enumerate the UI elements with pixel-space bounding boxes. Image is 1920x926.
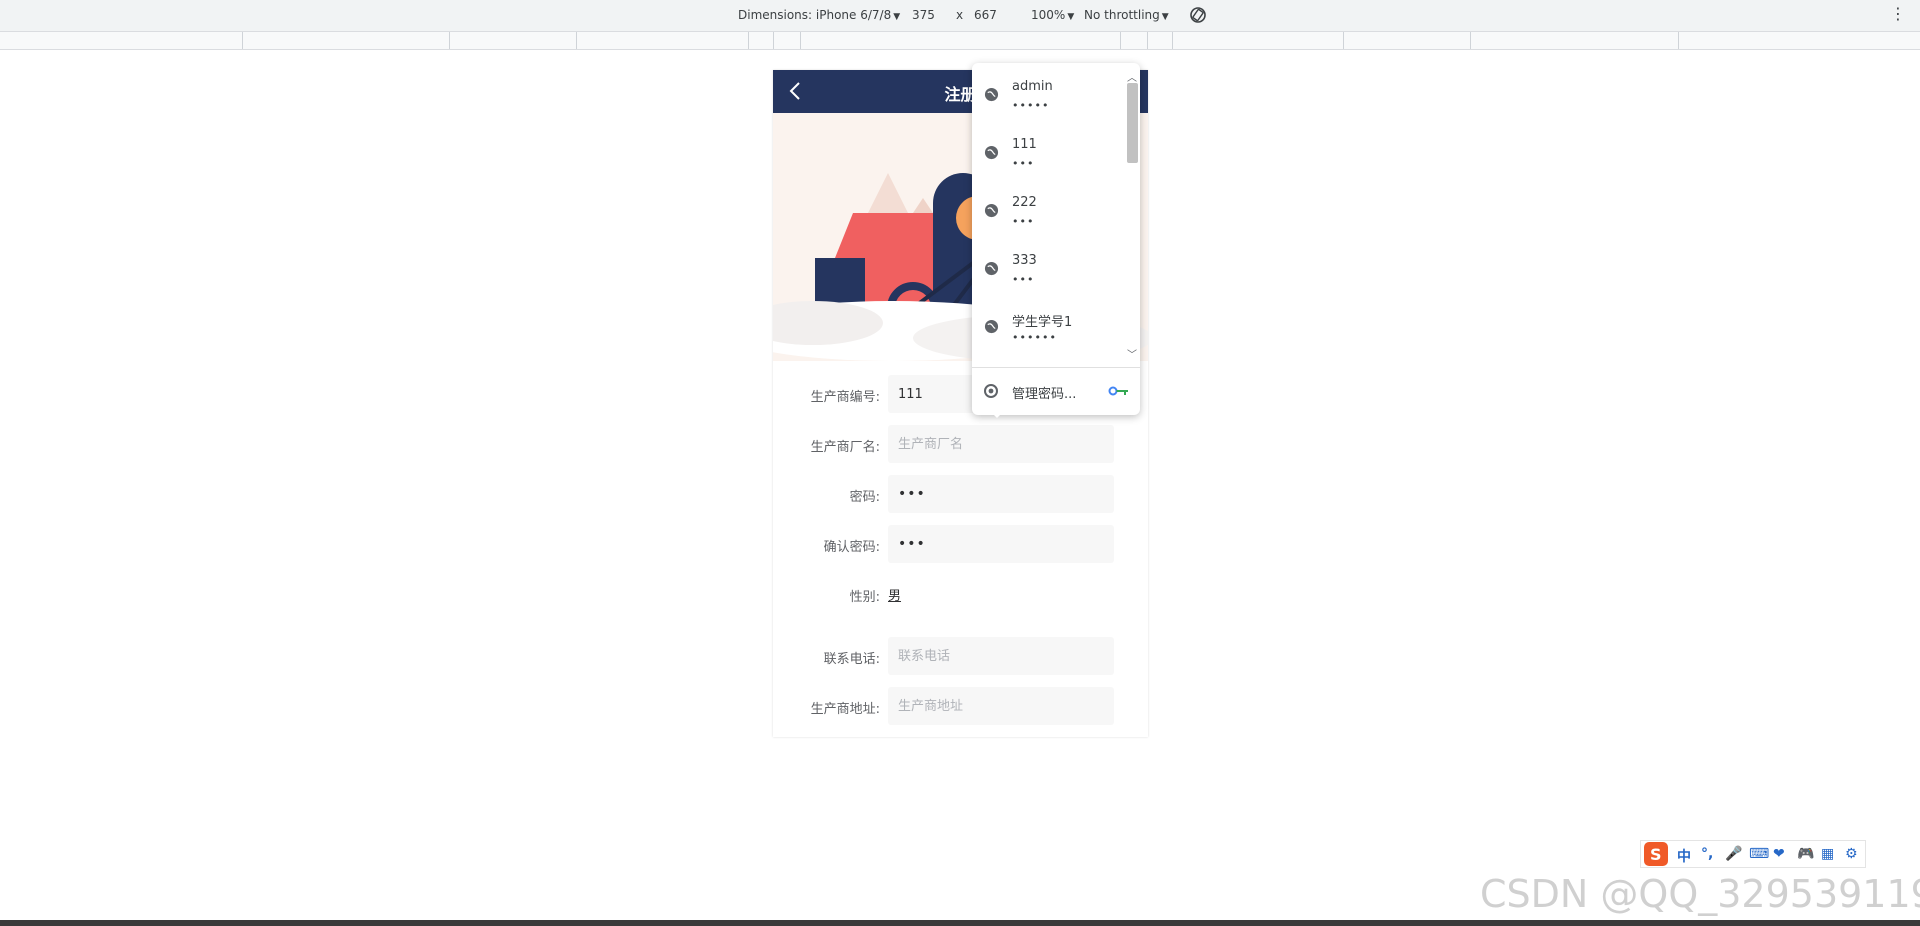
gear-icon[interactable]: ⚙	[1845, 846, 1858, 862]
manage-passwords-button[interactable]: 管理密码...	[972, 369, 1140, 413]
phone-input[interactable]	[888, 637, 1114, 675]
password-autofill-popup: admin ••••• 111 ••• 222 ••• 333 ••• 学生学号…	[972, 63, 1140, 418]
row-phone: 联系电话:	[773, 637, 1148, 675]
svg-text:S: S	[1650, 845, 1662, 864]
saved-credential-item[interactable]: 333 •••	[972, 241, 1122, 299]
dimension-separator: x	[956, 8, 964, 22]
watermark: CSDN @QQ_3295391197	[1480, 872, 1920, 916]
caret-down-icon: ▼	[1161, 12, 1169, 22]
row-password: 密码:	[773, 475, 1148, 513]
chevron-up-icon[interactable]: ︿	[1127, 69, 1137, 84]
microphone-icon[interactable]: 🎤	[1725, 846, 1742, 862]
credential-username: 111	[1012, 137, 1037, 152]
divider	[972, 367, 1140, 368]
password-label: 密码:	[849, 490, 880, 505]
globe-icon	[984, 261, 999, 276]
manufacturer-name-input[interactable]	[888, 425, 1114, 463]
key-icon	[1108, 386, 1128, 396]
devtools-device-toolbar: Dimensions: iPhone 6/7/8 ▼ 375 x 667 100%…	[0, 0, 1920, 32]
chevron-down-icon[interactable]: ﹀	[1127, 346, 1137, 361]
row-gender: 性别: 男	[773, 575, 1148, 613]
credential-password: •••	[1012, 157, 1035, 170]
keyboard-icon[interactable]: ⌨	[1749, 846, 1769, 862]
credential-username: admin	[1012, 79, 1053, 94]
skin-icon[interactable]: ❤	[1773, 846, 1785, 862]
row-address: 生产商地址:	[773, 687, 1148, 725]
more-options-icon[interactable]: ⋮	[1890, 6, 1906, 22]
rotate-icon[interactable]	[1188, 5, 1208, 25]
ime-chinese-mode[interactable]: 中	[1677, 846, 1691, 866]
globe-icon	[984, 203, 999, 218]
zoom-select[interactable]: 100% ▼	[1031, 8, 1074, 22]
game-icon[interactable]: 🎮	[1797, 846, 1814, 862]
confirm-password-input[interactable]	[888, 525, 1114, 563]
credential-username: 学生学号1	[1012, 315, 1073, 330]
address-label: 生产商地址:	[810, 702, 880, 717]
ime-punctuation[interactable]: °,	[1701, 846, 1713, 862]
saved-credential-item[interactable]: 222 •••	[972, 183, 1122, 241]
chrome-icon	[984, 384, 998, 398]
phone-label: 联系电话:	[823, 652, 880, 667]
device-width-input[interactable]: 375	[912, 8, 935, 22]
manufacturer-name-label: 生产商厂名:	[810, 440, 880, 455]
throttling-select[interactable]: No throttling ▼	[1084, 8, 1169, 22]
caret-down-icon: ▼	[1067, 12, 1075, 22]
popup-scrollbar[interactable]: ︿ ﹀	[1124, 67, 1140, 363]
manufacturer-no-label: 生产商编号:	[810, 390, 880, 405]
credential-password: •••	[1012, 215, 1035, 228]
gender-select[interactable]: 男	[888, 585, 901, 604]
media-query-ruler	[0, 32, 1920, 50]
globe-icon	[984, 319, 999, 334]
credential-username: 222	[1012, 195, 1037, 210]
address-input[interactable]	[888, 687, 1114, 725]
device-select[interactable]: Dimensions: iPhone 6/7/8 ▼	[738, 8, 900, 22]
confirm-password-label: 确认密码:	[823, 540, 880, 555]
saved-credential-item[interactable]: 学生学号1 ••••••	[972, 299, 1122, 357]
caret-down-icon: ▼	[893, 12, 901, 22]
taskbar-edge	[0, 920, 1920, 926]
saved-credential-item[interactable]: 111 •••	[972, 125, 1122, 183]
credential-password: ••••••	[1012, 331, 1057, 344]
scrollbar-thumb[interactable]	[1127, 83, 1138, 163]
row-manufacturer-name: 生产商厂名:	[773, 425, 1148, 463]
grid-icon[interactable]: ▦	[1821, 846, 1834, 862]
sogou-logo-icon[interactable]: S	[1643, 841, 1669, 867]
gender-label: 性别:	[849, 590, 880, 605]
globe-icon	[984, 87, 999, 102]
ime-toolbar: S 中 °, 🎤 ⌨ ❤ 🎮 ▦ ⚙	[1640, 840, 1866, 868]
saved-credential-item[interactable]: admin •••••	[972, 67, 1122, 125]
device-height-input[interactable]: 667	[974, 8, 997, 22]
credential-password: •••	[1012, 273, 1035, 286]
globe-icon	[984, 145, 999, 160]
password-input[interactable]	[888, 475, 1114, 513]
credential-password: •••••	[1012, 99, 1050, 112]
credential-username: 333	[1012, 253, 1037, 268]
popup-notch	[990, 411, 1004, 418]
row-confirm-password: 确认密码:	[773, 525, 1148, 563]
